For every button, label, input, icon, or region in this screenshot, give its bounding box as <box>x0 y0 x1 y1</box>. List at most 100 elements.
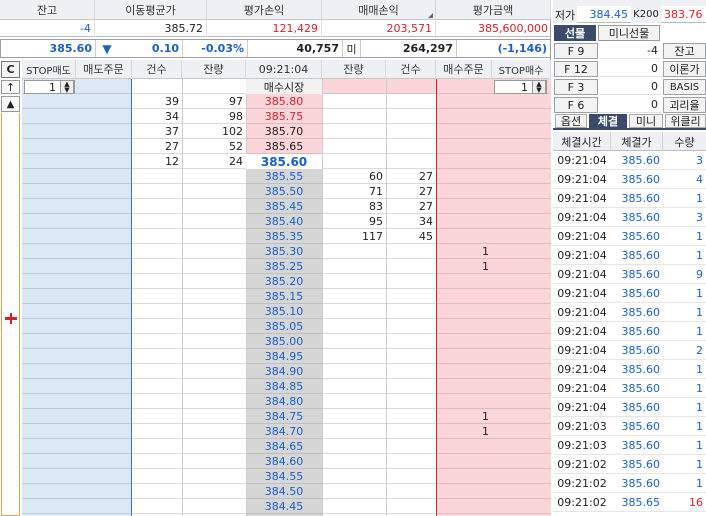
cancel-all-button[interactable]: C <box>1 61 20 78</box>
ask-price[interactable]: 385.70 <box>246 124 322 139</box>
buy-order-qty[interactable] <box>436 439 492 454</box>
bid-price[interactable]: 385.20 <box>246 274 322 289</box>
bid-price[interactable]: 384.85 <box>246 379 322 394</box>
buy-order-qty[interactable] <box>436 454 492 469</box>
bid-price[interactable]: 385.00 <box>246 334 322 349</box>
bid-price[interactable]: 384.45 <box>246 499 322 514</box>
key-value: 0 <box>599 61 661 77</box>
trade-time: 09:21:02 <box>553 475 611 493</box>
bid-price[interactable]: 384.50 <box>246 484 322 499</box>
trade-time: 09:21:04 <box>553 380 611 398</box>
bid-price[interactable]: 384.65 <box>246 439 322 454</box>
key-button[interactable]: F 12 <box>554 61 598 77</box>
trade-qty: 1 <box>663 323 706 341</box>
key-side-button[interactable]: 이론가 <box>663 61 706 77</box>
key-button[interactable]: F 3 <box>554 79 598 95</box>
subtab-mini[interactable]: 미니 <box>629 114 663 128</box>
volume: 40,757 <box>248 40 343 57</box>
trade-time: 09:21:04 <box>553 342 611 360</box>
bid-qty <box>322 289 386 304</box>
bid-price[interactable]: 385.45 <box>246 199 322 214</box>
k200-label: K200 <box>631 6 661 23</box>
bid-price[interactable]: 385.50 <box>246 184 322 199</box>
buy-order-qty[interactable] <box>436 229 492 244</box>
bid-price[interactable]: 384.60 <box>246 454 322 469</box>
bid-price[interactable]: 384.70 <box>246 424 322 439</box>
summary-header: 잔고 이동평균가 평가손익 매매손익 평가금액 <box>0 0 551 20</box>
key-side-button[interactable]: BASIS <box>663 79 706 95</box>
bid-count <box>386 424 436 439</box>
bid-price[interactable]: 385.55 <box>246 169 322 184</box>
tab-mini-futures[interactable]: 미니선물 <box>598 25 660 41</box>
buy-order-qty[interactable] <box>436 274 492 289</box>
buy-order-qty[interactable] <box>436 334 492 349</box>
price-scroll-track[interactable] <box>1 113 20 516</box>
buy-order-qty[interactable] <box>436 199 492 214</box>
col-sell-order: 매도주문 <box>76 60 132 79</box>
summary-values: -4 385.72 121,429 203,571 385,600,000 <box>0 20 551 37</box>
trade-qty: 3 <box>663 152 706 170</box>
buy-order-qty[interactable] <box>436 319 492 334</box>
bid-price[interactable]: 385.30 <box>246 244 322 259</box>
bid-price[interactable]: 384.75 <box>246 409 322 424</box>
subtab-trades[interactable]: 체결 <box>589 114 627 128</box>
buy-order-qty[interactable]: 1 <box>436 259 492 274</box>
price-change-pct: -0.03% <box>183 40 248 57</box>
scroll-up-arrow-icon[interactable]: ↑ <box>1 80 20 94</box>
buy-order-qty[interactable] <box>436 184 492 199</box>
bid-price[interactable]: 384.95 <box>246 349 322 364</box>
bid-price[interactable]: 384.80 <box>246 394 322 409</box>
market-buy-label[interactable]: 매수시장 <box>246 79 322 94</box>
summary-avg-price: 385.72 <box>95 20 207 37</box>
bid-price[interactable]: 384.90 <box>246 364 322 379</box>
summary-trade-pl: 203,571 <box>322 20 436 37</box>
stop-buy-column[interactable] <box>492 79 551 516</box>
key-side-button[interactable]: 잔고 <box>663 43 706 59</box>
sell-order-column[interactable] <box>76 79 132 516</box>
ask-price[interactable]: 385.65 <box>246 139 322 154</box>
buy-order-qty[interactable] <box>436 364 492 379</box>
subtab-options[interactable]: 옵션 <box>555 114 587 128</box>
trade-time: 09:21:04 <box>553 209 611 227</box>
trade-time: 09:21:04 <box>553 285 611 303</box>
stop-buy-qty-spinner-icon[interactable]: ▲ ▼ <box>532 80 546 94</box>
buy-order-qty[interactable] <box>436 289 492 304</box>
buy-order-qty[interactable]: 1 <box>436 424 492 439</box>
buy-order-qty[interactable] <box>436 169 492 184</box>
bid-price[interactable]: 385.10 <box>246 304 322 319</box>
bid-price[interactable]: 385.35 <box>246 229 322 244</box>
buy-order-qty[interactable] <box>436 499 492 514</box>
ask-qty: 52 <box>229 140 243 153</box>
bid-price[interactable]: 384.55 <box>246 469 322 484</box>
summary-header-balance: 잔고 <box>0 0 95 20</box>
tab-futures[interactable]: 선물 <box>554 25 596 41</box>
scroll-top-triangle-icon[interactable]: ▲ <box>1 96 20 112</box>
subtab-weekly[interactable]: 위클리 <box>665 114 706 128</box>
key-button[interactable]: F 9 <box>554 43 598 59</box>
buy-order-qty[interactable] <box>436 484 492 499</box>
buy-order-qty[interactable] <box>436 214 492 229</box>
bid-price[interactable]: 385.25 <box>246 259 322 274</box>
trade-time: 09:21:02 <box>553 494 611 512</box>
ask-price[interactable]: 385.80 <box>246 94 322 109</box>
ask-price[interactable]: 385.75 <box>246 109 322 124</box>
trade-qty: 9 <box>663 266 706 284</box>
trade-time: 09:21:04 <box>553 171 611 189</box>
stop-sell-column[interactable] <box>22 79 76 516</box>
ask-price[interactable]: 385.60 <box>246 154 322 169</box>
buy-order-qty[interactable] <box>436 469 492 484</box>
buy-order-qty[interactable]: 1 <box>436 409 492 424</box>
buy-order-qty[interactable] <box>436 394 492 409</box>
buy-order-qty[interactable] <box>436 304 492 319</box>
bid-qty: 83 <box>369 200 383 213</box>
key-side-button[interactable]: 괴리율 <box>663 97 706 113</box>
key-button[interactable]: F 6 <box>554 97 598 113</box>
bid-price[interactable]: 385.15 <box>246 289 322 304</box>
stop-sell-qty-spinner-icon[interactable]: ▲ ▼ <box>60 80 74 94</box>
bid-price[interactable]: 385.05 <box>246 319 322 334</box>
buy-order-qty[interactable] <box>436 379 492 394</box>
bid-price[interactable]: 385.40 <box>246 214 322 229</box>
current-price: 385.60 <box>1 40 96 57</box>
buy-order-qty[interactable] <box>436 349 492 364</box>
buy-order-qty[interactable]: 1 <box>436 244 492 259</box>
